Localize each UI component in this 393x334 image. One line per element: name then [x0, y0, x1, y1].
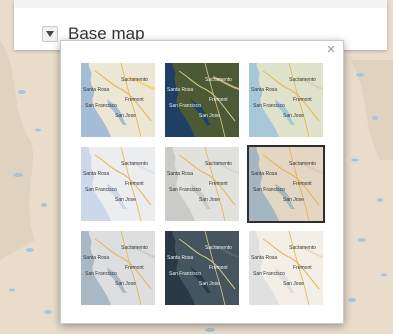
tile-place-label: Santa Rosa: [167, 255, 194, 261]
basemap-gallery-popup: × Sacramento Santa Rosa San Francisco Fremo…: [60, 40, 344, 324]
tile-place-label: Fremont: [125, 97, 144, 103]
tile-place-label: Sacramento: [205, 245, 232, 251]
tile-place-label: San Francisco: [169, 187, 201, 193]
tile-place-label: Santa Rosa: [83, 87, 110, 93]
basemap-tile-oceans[interactable]: Sacramento Santa Rosa San Francisco Fremont…: [247, 145, 325, 223]
tile-place-label: Fremont: [293, 97, 312, 103]
tile-place-label: San Francisco: [169, 271, 201, 277]
basemap-tile-light-gray[interactable]: Sacramento Santa Rosa San Francisco Fremont…: [81, 147, 155, 221]
panel-top-strip: [14, 0, 387, 8]
tile-place-label: Fremont: [125, 181, 144, 187]
tile-place-label: San Francisco: [85, 187, 117, 193]
tile-place-label: Sacramento: [289, 245, 316, 251]
tile-place-label: San Francisco: [85, 103, 117, 109]
tile-place-label: San Jose: [115, 281, 136, 287]
tile-place-label: San Francisco: [253, 103, 285, 109]
basemap-tile-imagery[interactable]: Sacramento Santa Rosa San Francisco Fremont…: [165, 63, 239, 137]
tile-place-label: Sacramento: [121, 245, 148, 251]
tile-place-label: Santa Rosa: [167, 171, 194, 177]
tile-place-label: San Jose: [283, 281, 304, 287]
tile-place-label: San Jose: [199, 113, 220, 119]
basemap-tile-topographic[interactable]: Sacramento Santa Rosa San Francisco Fremont…: [249, 63, 323, 137]
basemap-tile-streets[interactable]: Sacramento Santa Rosa San Francisco Fremont…: [81, 63, 155, 137]
tile-place-label: Fremont: [293, 265, 312, 271]
basemap-tile-national-geographic[interactable]: Sacramento Santa Rosa San Francisco Fremont…: [249, 231, 323, 305]
tile-place-label: Santa Rosa: [251, 255, 278, 261]
basemap-tile-terrain[interactable]: Sacramento Santa Rosa San Francisco Fremont…: [81, 231, 155, 305]
basemap-tile-gray[interactable]: Sacramento Santa Rosa San Francisco Fremont…: [165, 147, 239, 221]
tile-place-label: Sacramento: [121, 77, 148, 83]
chevron-down-icon[interactable]: [42, 26, 58, 42]
tile-place-label: Fremont: [125, 265, 144, 271]
tile-place-label: Santa Rosa: [251, 171, 278, 177]
tile-place-label: Fremont: [293, 181, 312, 187]
tile-place-label: San Jose: [115, 113, 136, 119]
tile-place-label: San Jose: [283, 197, 304, 203]
tile-place-label: Sacramento: [205, 161, 232, 167]
tile-place-label: Santa Rosa: [83, 171, 110, 177]
tile-place-label: Santa Rosa: [83, 255, 110, 261]
tile-place-label: Fremont: [209, 265, 228, 271]
tile-place-label: Sacramento: [289, 161, 316, 167]
basemap-tile-dark-gray[interactable]: Sacramento Santa Rosa San Francisco Fremont…: [165, 231, 239, 305]
tile-place-label: San Jose: [115, 197, 136, 203]
tile-place-label: Santa Rosa: [167, 87, 194, 93]
tile-place-label: San Francisco: [253, 187, 285, 193]
tile-place-label: Sacramento: [289, 77, 316, 83]
tile-place-label: San Jose: [283, 113, 304, 119]
tile-place-label: San Francisco: [253, 271, 285, 277]
tile-place-label: Sacramento: [205, 77, 232, 83]
tile-place-label: San Francisco: [85, 271, 117, 277]
tile-place-label: Santa Rosa: [251, 87, 278, 93]
tile-place-label: Sacramento: [121, 161, 148, 167]
tile-place-label: San Jose: [199, 197, 220, 203]
tile-place-label: Fremont: [209, 97, 228, 103]
tile-place-label: San Francisco: [169, 103, 201, 109]
tile-place-label: San Jose: [199, 281, 220, 287]
close-icon[interactable]: ×: [324, 41, 338, 58]
close-symbol: ×: [326, 41, 336, 58]
tile-place-label: Fremont: [209, 181, 228, 187]
